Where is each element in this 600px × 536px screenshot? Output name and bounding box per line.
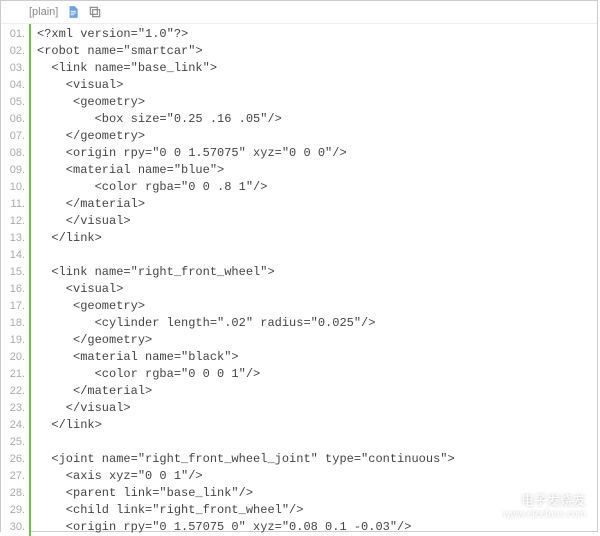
code-content[interactable]: <?xml version="1.0"?><robot name="smartc… bbox=[29, 24, 597, 536]
code-line: <link name="base_link"> bbox=[37, 60, 597, 77]
code-line: </geometry> bbox=[37, 332, 597, 349]
code-line bbox=[37, 247, 597, 264]
line-number: 22. bbox=[3, 383, 25, 400]
line-number: 15. bbox=[3, 264, 25, 281]
code-line: </link> bbox=[37, 230, 597, 247]
toolbar: [plain] bbox=[1, 1, 597, 24]
code-line: <visual> bbox=[37, 77, 597, 94]
code-line: <child link="right_front_wheel"/> bbox=[37, 502, 597, 519]
view-mode-label[interactable]: [plain] bbox=[29, 6, 58, 18]
line-number: 02. bbox=[3, 43, 25, 60]
line-number: 23. bbox=[3, 400, 25, 417]
line-number: 12. bbox=[3, 213, 25, 230]
line-number: 06. bbox=[3, 111, 25, 128]
code-line: </material> bbox=[37, 196, 597, 213]
line-number: 18. bbox=[3, 315, 25, 332]
line-number: 27. bbox=[3, 468, 25, 485]
code-line: <parent link="base_link"/> bbox=[37, 485, 597, 502]
code-line: </visual> bbox=[37, 213, 597, 230]
code-line: <?xml version="1.0"?> bbox=[37, 26, 597, 43]
line-number: 24. bbox=[3, 417, 25, 434]
line-number: 05. bbox=[3, 94, 25, 111]
code-line: <material name="black"> bbox=[37, 349, 597, 366]
code-line: <color rgba="0 0 0 1"/> bbox=[37, 366, 597, 383]
code-line: <geometry> bbox=[37, 298, 597, 315]
code-line: </link> bbox=[37, 417, 597, 434]
code-line: <material name="blue"> bbox=[37, 162, 597, 179]
code-line: <cylinder length=".02" radius="0.025"/> bbox=[37, 315, 597, 332]
line-number: 07. bbox=[3, 128, 25, 145]
line-number: 29. bbox=[3, 502, 25, 519]
code-line: <joint name="right_front_wheel_joint" ty… bbox=[37, 451, 597, 468]
code-line: <color rgba="0 0 .8 1"/> bbox=[37, 179, 597, 196]
line-number: 25. bbox=[3, 434, 25, 451]
code-line: <link name="right_front_wheel"> bbox=[37, 264, 597, 281]
code-area: 01.02.03.04.05.06.07.08.09.10.11.12.13.1… bbox=[1, 24, 597, 536]
code-line: <axis xyz="0 0 1"/> bbox=[37, 468, 597, 485]
line-number: 01. bbox=[3, 26, 25, 43]
code-line: <origin rpy="0 1.57075 0" xyz="0.08 0.1 … bbox=[37, 519, 597, 536]
line-number: 30. bbox=[3, 519, 25, 536]
code-line: <visual> bbox=[37, 281, 597, 298]
line-number: 08. bbox=[3, 145, 25, 162]
copy-icon[interactable] bbox=[88, 5, 102, 19]
code-line: </material> bbox=[37, 383, 597, 400]
line-number: 26. bbox=[3, 451, 25, 468]
line-number-gutter: 01.02.03.04.05.06.07.08.09.10.11.12.13.1… bbox=[1, 24, 29, 536]
line-number: 04. bbox=[3, 77, 25, 94]
line-number: 17. bbox=[3, 298, 25, 315]
code-line: </visual> bbox=[37, 400, 597, 417]
document-icon[interactable] bbox=[66, 5, 80, 19]
code-line bbox=[37, 434, 597, 451]
code-line: <origin rpy="0 0 1.57075" xyz="0 0 0"/> bbox=[37, 145, 597, 162]
code-line: <robot name="smartcar"> bbox=[37, 43, 597, 60]
code-line: <box size="0.25 .16 .05"/> bbox=[37, 111, 597, 128]
line-number: 10. bbox=[3, 179, 25, 196]
line-number: 13. bbox=[3, 230, 25, 247]
line-number: 03. bbox=[3, 60, 25, 77]
code-line: </geometry> bbox=[37, 128, 597, 145]
code-viewer-panel: [plain] 01.02.03.04.05.06.07.08.09.10.11… bbox=[0, 0, 598, 532]
line-number: 14. bbox=[3, 247, 25, 264]
line-number: 28. bbox=[3, 485, 25, 502]
code-line: <geometry> bbox=[37, 94, 597, 111]
line-number: 19. bbox=[3, 332, 25, 349]
line-number: 16. bbox=[3, 281, 25, 298]
line-number: 21. bbox=[3, 366, 25, 383]
line-number: 09. bbox=[3, 162, 25, 179]
line-number: 11. bbox=[3, 196, 25, 213]
line-number: 20. bbox=[3, 349, 25, 366]
